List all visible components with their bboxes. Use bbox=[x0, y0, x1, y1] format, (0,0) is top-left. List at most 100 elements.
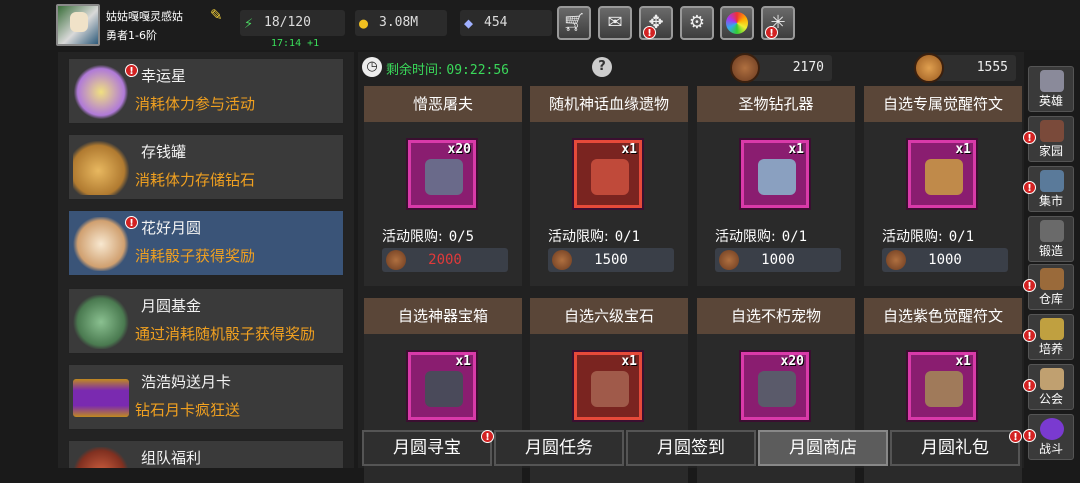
mooncake-coin-icon bbox=[914, 53, 944, 83]
shop-item[interactable]: 圣物钻孔器 x1 活动限购: 0/1 1000 bbox=[697, 86, 855, 286]
buy-button[interactable]: 1500 bbox=[548, 248, 674, 272]
nav-guild[interactable]: 公会! bbox=[1023, 364, 1074, 410]
shop-item[interactable]: 随机神话血缘遗物 x1 活动限购: 0/1 1500 bbox=[530, 86, 688, 286]
event-tabs: 月圆寻宝! 月圆任务 月圆签到 月圆商店 月圆礼包! bbox=[362, 430, 1022, 466]
nav-battle[interactable]: 战斗! bbox=[1023, 414, 1074, 460]
event-list[interactable]: ! 幸运星 消耗体力参与活动 存钱罐 消耗体力存储钻石 ! 花好月圆 消耗骰子获… bbox=[58, 52, 354, 468]
event-title: 月圆基金 bbox=[141, 297, 202, 315]
edit-icon[interactable]: ✎ bbox=[210, 7, 226, 23]
shop-item[interactable]: 自选专属觉醒符文 x1 活动限购: 0/1 1000 bbox=[864, 86, 1022, 286]
purchase-limit: 活动限购: 0/1 bbox=[548, 229, 641, 245]
event-desc: 消耗骰子获得奖励 bbox=[135, 247, 256, 265]
item-name: 自选六级宝石 bbox=[530, 298, 688, 334]
chalice-icon bbox=[1040, 318, 1064, 340]
drill-icon bbox=[758, 159, 796, 195]
event-title: 组队福利 bbox=[141, 449, 202, 467]
energy-icon: ⚡ bbox=[244, 14, 254, 32]
purchase-limit: 活动限购: 0/5 bbox=[382, 229, 475, 245]
event-desc: 消耗体力存储钻石 bbox=[135, 171, 256, 189]
buy-button[interactable]: 2000 bbox=[382, 248, 508, 272]
clock-icon: ◷ bbox=[362, 57, 382, 77]
event-item-month-card[interactable]: 浩浩妈送月卡 钻石月卡疯狂送 bbox=[68, 364, 344, 430]
mail-button[interactable]: ✉ bbox=[598, 6, 632, 40]
buy-button[interactable]: 1000 bbox=[715, 248, 841, 272]
gold-icon: ● bbox=[359, 14, 369, 32]
shop-item[interactable]: 憎恶屠夫 x20 活动限购: 0/5 2000 bbox=[364, 86, 522, 286]
buy-button[interactable]: 1000 bbox=[882, 248, 1008, 272]
relic-icon bbox=[591, 159, 629, 195]
item-name: 自选紫色觉醒符文 bbox=[864, 298, 1022, 334]
gem-icon: ◆ bbox=[464, 14, 474, 32]
nav-storage[interactable]: 仓库! bbox=[1023, 264, 1074, 310]
settings-button[interactable]: ⚙ bbox=[680, 6, 714, 40]
nav-hero[interactable]: 英雄 bbox=[1028, 66, 1074, 112]
color-wheel-button[interactable] bbox=[720, 6, 754, 40]
notification-badge: ! bbox=[1023, 329, 1036, 342]
event-title: 幸运星 bbox=[141, 67, 187, 85]
item-slot[interactable]: x1 bbox=[406, 350, 478, 422]
item-name: 随机神话血缘遗物 bbox=[530, 86, 688, 122]
event-item-lucky-star[interactable]: ! 幸运星 消耗体力参与活动 bbox=[68, 58, 344, 124]
tab-treasure-hunt[interactable]: 月圆寻宝! bbox=[362, 430, 494, 466]
gear-icon: ⚙ bbox=[688, 12, 706, 33]
event-item-moon-fund[interactable]: 月圆基金 通过消耗随机骰子获得奖励 bbox=[68, 288, 344, 354]
item-slot[interactable]: x1 bbox=[906, 138, 978, 210]
tab-shop[interactable]: 月圆商店 bbox=[758, 430, 888, 466]
event-desc: 消耗体力参与活动 bbox=[135, 95, 256, 113]
nav-market[interactable]: 集市! bbox=[1023, 166, 1074, 212]
notification-badge: ! bbox=[1009, 430, 1022, 443]
mooncake-coin-icon bbox=[730, 53, 760, 83]
shop-button[interactable]: 🛒︎ bbox=[557, 6, 591, 40]
player-rank: 勇者1-6阶 bbox=[106, 29, 157, 42]
mooncake-coin-icon bbox=[886, 250, 906, 270]
currency-b: 1555 bbox=[914, 53, 1016, 83]
notification-badge: ! bbox=[481, 430, 494, 443]
tab-gift-pack[interactable]: 月圆礼包! bbox=[890, 430, 1022, 466]
money-bag-icon bbox=[73, 295, 129, 349]
player-avatar[interactable] bbox=[56, 4, 100, 46]
anvil-icon bbox=[1040, 220, 1064, 242]
nav-forge[interactable]: 锻造 bbox=[1028, 216, 1074, 262]
item-name: 憎恶屠夫 bbox=[364, 86, 522, 122]
portal-icon bbox=[1040, 418, 1064, 440]
moon-rabbit-icon bbox=[73, 217, 129, 271]
minigame-button[interactable]: ✥! bbox=[639, 6, 673, 40]
item-slot[interactable]: x1 bbox=[572, 350, 644, 422]
help-icon[interactable]: ? bbox=[592, 57, 612, 77]
shop-panel: ◷ 剩余时间: 09:22:56 ? 2170 1555 憎恶屠夫 x20 活动限… bbox=[358, 52, 1024, 483]
notification-badge: ! bbox=[1023, 429, 1036, 442]
mooncake-coin-icon bbox=[386, 250, 406, 270]
nav-home[interactable]: 家园! bbox=[1023, 116, 1074, 162]
web-button[interactable]: ✳! bbox=[761, 6, 795, 40]
nav-train[interactable]: 培养! bbox=[1023, 314, 1074, 360]
item-name: 自选专属觉醒符文 bbox=[864, 86, 1022, 122]
item-slot[interactable]: x1 bbox=[572, 138, 644, 210]
purchase-limit: 活动限购: 0/1 bbox=[715, 229, 808, 245]
gold-counter[interactable]: ● 3.08M bbox=[355, 10, 447, 36]
guild-icon bbox=[1040, 368, 1064, 390]
gem-counter[interactable]: ◆ 454 bbox=[460, 10, 552, 36]
energy-timer: 17:14 +1 bbox=[271, 38, 320, 49]
item-slot[interactable]: x1 bbox=[739, 138, 811, 210]
shop-cart-icon: 🛒︎ bbox=[562, 12, 586, 33]
tab-tasks[interactable]: 月圆任务 bbox=[494, 430, 624, 466]
energy-counter[interactable]: ⚡ 18/120 bbox=[240, 10, 345, 36]
notification-badge: ! bbox=[643, 26, 656, 39]
event-desc: 通过消耗随机骰子获得奖励 bbox=[135, 325, 316, 343]
event-item-piggy-bank[interactable]: 存钱罐 消耗体力存储钻石 bbox=[68, 134, 344, 200]
color-wheel-icon bbox=[726, 12, 748, 34]
top-bar: 姑姑嘎嘎灵感姑 勇者1-6阶 ✎ ⚡ 18/120 17:14 +1 ● 3.0… bbox=[0, 0, 1080, 50]
tab-sign-in[interactable]: 月圆签到 bbox=[626, 430, 756, 466]
event-item-team-bonus[interactable]: 组队福利 bbox=[68, 440, 344, 468]
item-slot[interactable]: x1 bbox=[906, 350, 978, 422]
event-item-moon-festival[interactable]: ! 花好月圆 消耗骰子获得奖励 bbox=[68, 210, 344, 276]
mooncake-coin-icon bbox=[552, 250, 572, 270]
item-slot[interactable]: x20 bbox=[406, 138, 478, 210]
item-slot[interactable]: x20 bbox=[739, 350, 811, 422]
notification-badge: ! bbox=[1023, 181, 1036, 194]
purchase-limit: 活动限购: 0/1 bbox=[882, 229, 975, 245]
currency-a: 2170 bbox=[730, 53, 832, 83]
notification-badge: ! bbox=[1023, 379, 1036, 392]
pet-chest-icon bbox=[758, 371, 796, 407]
chest-icon bbox=[1040, 268, 1064, 290]
